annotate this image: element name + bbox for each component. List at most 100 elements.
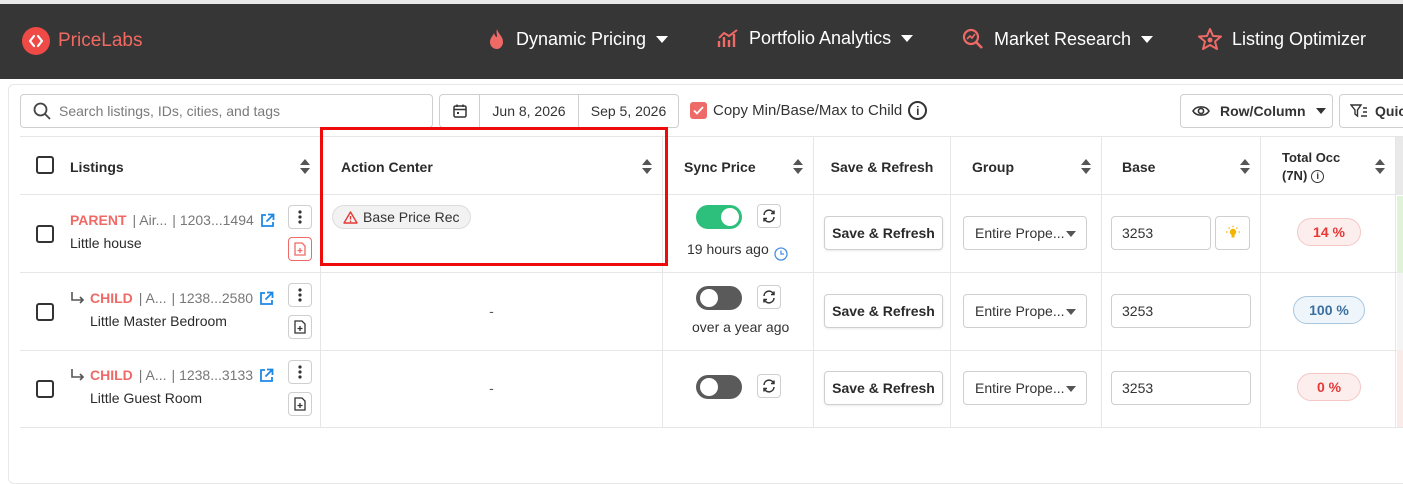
save-refresh-cell: Save & Refresh bbox=[814, 350, 951, 427]
date-range-picker[interactable]: Jun 8, 2026 Sep 5, 2026 bbox=[439, 94, 679, 128]
sync-toggle[interactable] bbox=[696, 205, 742, 229]
refresh-icon[interactable] bbox=[757, 374, 781, 398]
group-select[interactable]: Entire Prope... bbox=[963, 216, 1087, 250]
save-refresh-button[interactable]: Save & Refresh bbox=[824, 371, 943, 405]
quick-filter-button[interactable]: Quic bbox=[1339, 94, 1403, 128]
add-note-icon[interactable] bbox=[288, 237, 312, 261]
chart-icon bbox=[717, 28, 738, 47]
empty-action: - bbox=[489, 380, 494, 396]
brand-logo[interactable]: PriceLabs bbox=[22, 27, 143, 55]
quick-filter-label: Quic bbox=[1375, 103, 1403, 119]
nav-label: Portfolio Analytics bbox=[749, 28, 892, 48]
info-icon[interactable]: i bbox=[1311, 169, 1325, 183]
base-cell: 3253 bbox=[1102, 195, 1261, 272]
end-date[interactable]: Sep 5, 2026 bbox=[579, 95, 678, 127]
listing-name[interactable]: Little house bbox=[70, 235, 142, 251]
start-date[interactable]: Jun 8, 2026 bbox=[480, 95, 579, 127]
select-all-checkbox[interactable] bbox=[36, 156, 54, 174]
occupancy-badge: 14 % bbox=[1297, 218, 1361, 246]
filter-icon bbox=[1350, 104, 1367, 118]
table-row: CHILD | A... | 1238...2580 Little Master… bbox=[20, 273, 1403, 351]
add-note-icon[interactable] bbox=[288, 315, 312, 339]
occupancy-badge: 100 % bbox=[1293, 296, 1365, 324]
more-options-icon[interactable] bbox=[288, 283, 312, 307]
search-input[interactable] bbox=[59, 103, 419, 119]
listing-cell: PARENT | Air... | 1203...1494 Little hou… bbox=[20, 195, 321, 272]
row-checkbox[interactable] bbox=[36, 225, 54, 243]
eye-icon bbox=[1192, 106, 1210, 116]
clock-icon[interactable] bbox=[774, 247, 788, 261]
chevron-down-icon bbox=[1066, 309, 1076, 315]
total-occ-cell: 14 % bbox=[1261, 195, 1396, 272]
listing-id: | 1203...1494 bbox=[172, 212, 254, 228]
nav-dynamic-pricing[interactable]: Dynamic Pricing bbox=[488, 28, 669, 50]
sort-icon[interactable] bbox=[1375, 159, 1385, 175]
header-group[interactable]: Group bbox=[951, 137, 1102, 196]
table-row: CHILD | A... | 1238...3133 Little Guest … bbox=[20, 350, 1403, 428]
chevron-down-icon bbox=[1066, 231, 1076, 237]
sync-toggle[interactable] bbox=[696, 286, 742, 310]
child-arrow-icon bbox=[71, 369, 85, 381]
save-refresh-cell: Save & Refresh bbox=[814, 195, 951, 272]
listing-id: | 1238...3133 bbox=[171, 367, 254, 383]
refresh-icon[interactable] bbox=[757, 285, 781, 309]
save-refresh-button[interactable]: Save & Refresh bbox=[824, 216, 943, 250]
recommendation-bulb-icon[interactable] bbox=[1215, 216, 1250, 250]
row-checkbox[interactable] bbox=[36, 380, 54, 398]
nav-listing-optimizer[interactable]: Listing Optimizer bbox=[1198, 28, 1366, 50]
parent-tag: PARENT bbox=[70, 212, 127, 228]
header-base[interactable]: Base bbox=[1102, 137, 1261, 196]
group-select[interactable]: Entire Prope... bbox=[963, 294, 1087, 328]
child-arrow-icon bbox=[71, 292, 85, 304]
add-note-icon[interactable] bbox=[288, 392, 312, 416]
action-center-cell: - bbox=[321, 273, 663, 350]
chevron-down-icon bbox=[901, 35, 914, 42]
refresh-icon[interactable] bbox=[757, 204, 781, 228]
group-cell: Entire Prope... bbox=[951, 273, 1102, 350]
nav-market-research[interactable]: Market Research bbox=[962, 28, 1154, 50]
external-link-icon[interactable] bbox=[259, 368, 274, 383]
info-icon[interactable]: i bbox=[908, 101, 928, 120]
child-tag: CHILD bbox=[90, 290, 133, 306]
listing-name[interactable]: Little Master Bedroom bbox=[90, 313, 227, 329]
group-cell: Entire Prope... bbox=[951, 195, 1102, 272]
sort-icon[interactable] bbox=[793, 159, 803, 175]
search-box[interactable] bbox=[20, 94, 433, 128]
listing-name[interactable]: Little Guest Room bbox=[90, 390, 202, 406]
more-options-icon[interactable] bbox=[288, 360, 312, 384]
total-occ-cell: 0 % bbox=[1261, 350, 1396, 427]
header-total-occ[interactable]: Total Occ (7N) i bbox=[1261, 137, 1396, 196]
more-options-icon[interactable] bbox=[288, 205, 312, 229]
copy-to-child-option[interactable]: Copy Min/Base/Max to Child i bbox=[690, 101, 928, 120]
sync-price-cell: over a year ago bbox=[663, 273, 814, 350]
sort-icon[interactable] bbox=[1081, 159, 1091, 175]
calendar-icon[interactable] bbox=[440, 95, 480, 127]
row-checkbox[interactable] bbox=[36, 303, 54, 321]
flame-icon bbox=[490, 29, 503, 49]
base-price-input[interactable]: 3253 bbox=[1111, 371, 1251, 405]
row-column-button[interactable]: Row/Column bbox=[1180, 94, 1333, 128]
header-label: Sync Price bbox=[684, 158, 756, 175]
group-select[interactable]: Entire Prope... bbox=[963, 371, 1087, 405]
save-refresh-button[interactable]: Save & Refresh bbox=[824, 294, 943, 328]
header-listings[interactable]: Listings bbox=[20, 137, 321, 196]
external-link-icon[interactable] bbox=[259, 291, 274, 306]
copy-to-child-label: Copy Min/Base/Max to Child bbox=[713, 102, 903, 119]
last-sync-time: 19 hours ago bbox=[687, 241, 769, 257]
search-icon bbox=[33, 102, 51, 120]
external-link-icon[interactable] bbox=[260, 213, 275, 228]
header-sync-price[interactable]: Sync Price bbox=[663, 137, 814, 196]
base-price-input[interactable]: 3253 bbox=[1111, 294, 1251, 328]
nav-label: Dynamic Pricing bbox=[516, 28, 647, 49]
top-navbar: PriceLabs Dynamic Pricing Portfolio Anal… bbox=[0, 4, 1403, 79]
base-price-input[interactable]: 3253 bbox=[1111, 216, 1211, 250]
row-status-strip bbox=[1397, 273, 1403, 350]
nav-portfolio-analytics[interactable]: Portfolio Analytics bbox=[717, 28, 914, 49]
copy-to-child-checkbox[interactable] bbox=[690, 102, 707, 119]
sort-icon[interactable] bbox=[300, 159, 310, 175]
brand-name: PriceLabs bbox=[58, 30, 143, 51]
sync-price-cell: 19 hours ago bbox=[663, 195, 814, 272]
total-occ-cell: 100 % bbox=[1261, 273, 1396, 350]
sort-icon[interactable] bbox=[1240, 159, 1250, 175]
sync-toggle[interactable] bbox=[696, 375, 742, 399]
